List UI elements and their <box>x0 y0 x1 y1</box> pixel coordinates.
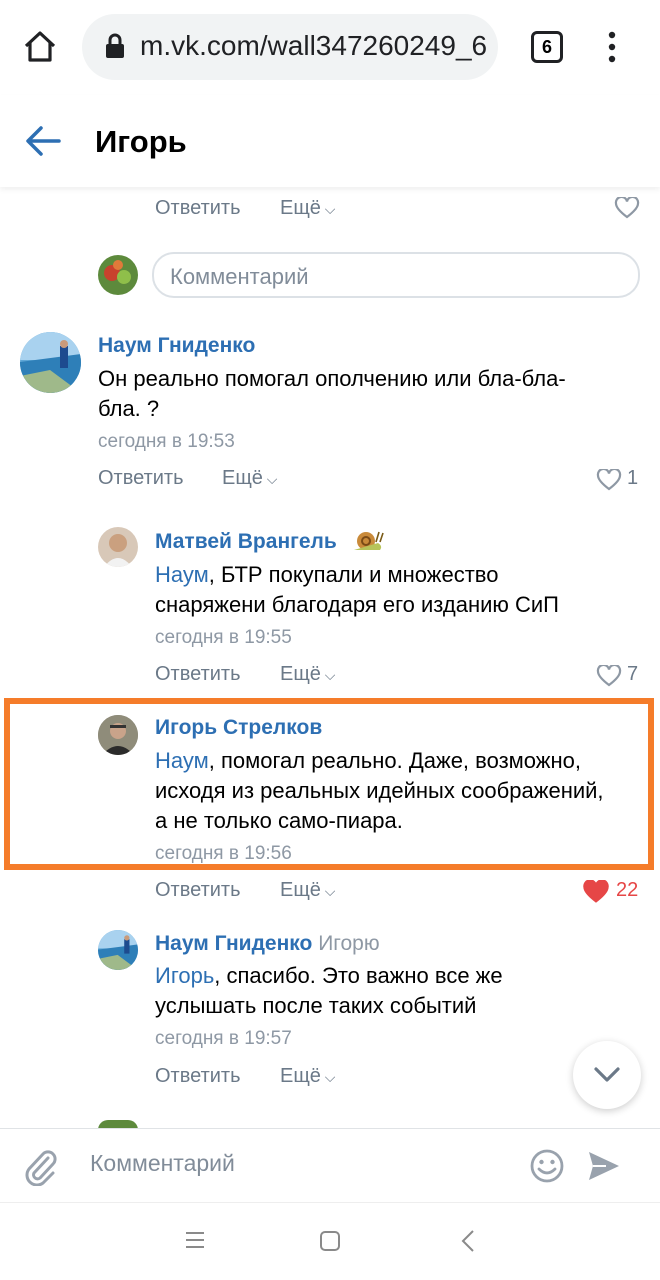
reply-button[interactable]: Ответить <box>98 467 184 490</box>
like-count: 7 <box>627 663 639 685</box>
browser-toolbar: m.vk.com/wall347260249_6 6 <box>0 0 660 95</box>
comment-text-line: снаряжени благодаря его изданию СиП <box>155 592 559 617</box>
heart-filled-icon[interactable] <box>582 880 610 904</box>
mention-link[interactable]: Наум <box>155 562 209 587</box>
comment-text: , помогал реально. Даже, возможно, <box>208 748 581 773</box>
more-label: Ещё <box>280 197 321 219</box>
comment-text-line: бла. ? <box>98 396 160 421</box>
scroll-down-button[interactable] <box>573 1041 641 1109</box>
composer-input[interactable]: Комментарий <box>90 1150 235 1177</box>
reply-button[interactable]: Ответить <box>155 663 241 686</box>
comment-author[interactable]: Игорь Стрелков <box>155 716 322 740</box>
heart-outline-icon[interactable] <box>596 665 622 687</box>
comment-text: , БТР покупали и множество <box>208 562 499 587</box>
overflow-menu-icon[interactable] <box>600 30 624 66</box>
avatar[interactable] <box>20 332 81 393</box>
emoji-icon[interactable] <box>529 1148 565 1184</box>
comment-time: сегодня в 19:55 <box>155 627 292 648</box>
comment-time: сегодня в 19:57 <box>155 1028 292 1049</box>
like-count: 1 <box>627 467 639 489</box>
heart-outline-icon[interactable] <box>596 469 622 491</box>
back-nav-icon[interactable] <box>460 1229 476 1253</box>
mention-link[interactable]: Наум <box>155 748 209 773</box>
chevron-down-icon: ⌵ <box>262 471 278 487</box>
back-arrow-icon[interactable] <box>25 124 61 158</box>
paperclip-icon[interactable] <box>22 1146 58 1186</box>
url-text[interactable]: m.vk.com/wall347260249_6 <box>140 30 490 62</box>
more-button[interactable]: Ещё ⌵ <box>280 1065 335 1088</box>
more-button[interactable]: Ещё ⌵ <box>280 879 335 902</box>
comment-text-line: Игорь, спасибо. Это важно все же <box>155 960 503 992</box>
more-button[interactable]: Ещё ⌵ <box>280 663 335 686</box>
lock-icon <box>106 33 124 58</box>
avatar[interactable] <box>98 715 138 755</box>
more-label: Ещё <box>280 879 321 901</box>
page-title: Игорь <box>95 124 187 159</box>
comment-text-line: Он реально помогал ополчению или бла-бла… <box>98 366 566 391</box>
like-count: 22 <box>616 879 639 901</box>
comment-text-line: а не только само-пиара. <box>155 808 403 833</box>
comment-author[interactable]: Наум Гниденко Игорю <box>155 932 380 956</box>
comment-text-line: Наум, БТР покупали и множество <box>155 559 498 591</box>
avatar[interactable] <box>98 527 138 567</box>
comment-text-line: исходя из реальных идейных соображений, <box>155 778 604 803</box>
more-label: Ещё <box>280 663 321 685</box>
comment-author[interactable]: Матвей Врангель <box>155 530 337 554</box>
comment-time: сегодня в 19:53 <box>98 431 235 452</box>
more-button[interactable]: Ещё ⌵ <box>222 467 277 490</box>
comment-input[interactable]: Комментарий <box>152 252 640 298</box>
tab-switcher-button[interactable]: 6 <box>531 31 563 63</box>
more-label: Ещё <box>280 1065 321 1087</box>
chevron-down-icon: ⌵ <box>320 667 336 683</box>
home-icon[interactable] <box>22 28 58 64</box>
chevron-down-icon: ⌵ <box>320 883 336 899</box>
heart-outline-icon[interactable] <box>614 197 640 219</box>
send-icon[interactable] <box>586 1148 622 1184</box>
author-name[interactable]: Наум Гниденко <box>155 932 312 955</box>
comment-text: , спасибо. Это важно все же <box>214 963 503 988</box>
comment-author[interactable]: Наум Гниденко <box>98 334 255 358</box>
comment-text-line: услышать после таких событий <box>155 993 477 1018</box>
more-label: Ещё <box>222 467 263 489</box>
chevron-down-icon: ⌵ <box>320 201 336 217</box>
recent-apps-icon[interactable] <box>184 1230 206 1250</box>
avatar[interactable] <box>98 255 138 295</box>
chevron-down-icon: ⌵ <box>320 1069 336 1085</box>
comment-text-line: Наум, помогал реально. Даже, возможно, <box>155 745 581 777</box>
chevron-down-icon <box>594 1067 620 1082</box>
reply-button[interactable]: Ответить <box>155 197 241 220</box>
snail-emoji-icon <box>354 531 384 550</box>
comment-placeholder: Комментарий <box>170 264 309 289</box>
reply-button[interactable]: Ответить <box>155 1065 241 1088</box>
more-button[interactable]: Ещё ⌵ <box>280 197 335 220</box>
reply-button[interactable]: Ответить <box>155 879 241 902</box>
comment-time: сегодня в 19:56 <box>155 843 292 864</box>
mention-link[interactable]: Игорь <box>155 963 214 988</box>
reply-to-label[interactable]: Игорю <box>318 932 379 955</box>
avatar[interactable] <box>98 930 138 970</box>
home-nav-icon[interactable] <box>319 1230 341 1252</box>
